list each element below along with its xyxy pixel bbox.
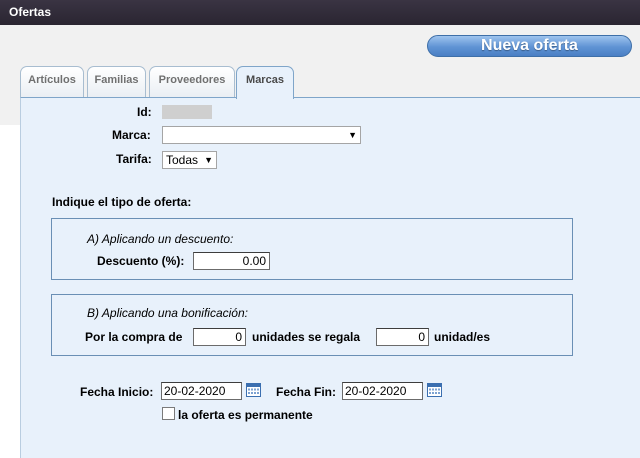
compra-input[interactable] bbox=[193, 328, 246, 346]
new-offer-button[interactable]: Nueva oferta bbox=[427, 35, 632, 57]
regala-label: unidades se regala bbox=[252, 330, 361, 344]
descuento-fieldset bbox=[51, 218, 573, 280]
id-label: Id: bbox=[137, 105, 152, 119]
chevron-down-icon: ▼ bbox=[204, 155, 213, 165]
bonificacion-fieldset bbox=[51, 294, 573, 356]
calendar-icon[interactable] bbox=[427, 383, 442, 397]
tarifa-select-value: Todas bbox=[166, 153, 199, 167]
tab-familias[interactable]: Familias bbox=[87, 66, 146, 98]
fecha-fin-label: Fecha Fin: bbox=[276, 385, 337, 399]
compra-label: Por la compra de bbox=[85, 330, 183, 344]
tarifa-select[interactable]: Todas ▼ bbox=[162, 151, 217, 169]
permanente-checkbox[interactable] bbox=[162, 407, 175, 420]
marca-label: Marca: bbox=[112, 128, 151, 142]
regala-input[interactable] bbox=[376, 328, 429, 346]
chevron-down-icon: ▼ bbox=[348, 130, 357, 140]
descuento-label: Descuento (%): bbox=[97, 254, 185, 268]
calendar-icon[interactable] bbox=[246, 383, 261, 397]
fecha-inicio-input[interactable] bbox=[161, 382, 242, 400]
unidad-label: unidad/es bbox=[434, 330, 491, 344]
window-title: Ofertas bbox=[0, 0, 640, 25]
descuento-input[interactable] bbox=[193, 252, 270, 270]
tab-proveedores[interactable]: Proveedores bbox=[149, 66, 235, 98]
marca-select[interactable]: ▼ bbox=[162, 126, 361, 144]
tab-marcas[interactable]: Marcas bbox=[236, 66, 294, 99]
fecha-inicio-label: Fecha Inicio: bbox=[80, 385, 154, 399]
tab-articulos[interactable]: Artículos bbox=[20, 66, 84, 98]
id-value bbox=[162, 105, 212, 119]
bonificacion-legend: B) Aplicando una bonificación: bbox=[87, 306, 248, 320]
tarifa-label: Tarifa: bbox=[116, 152, 152, 166]
tipo-oferta-heading: Indique el tipo de oferta: bbox=[52, 195, 192, 209]
permanente-label: la oferta es permanente bbox=[178, 408, 313, 422]
descuento-legend: A) Aplicando un descuento: bbox=[87, 232, 234, 246]
fecha-fin-input[interactable] bbox=[342, 382, 423, 400]
